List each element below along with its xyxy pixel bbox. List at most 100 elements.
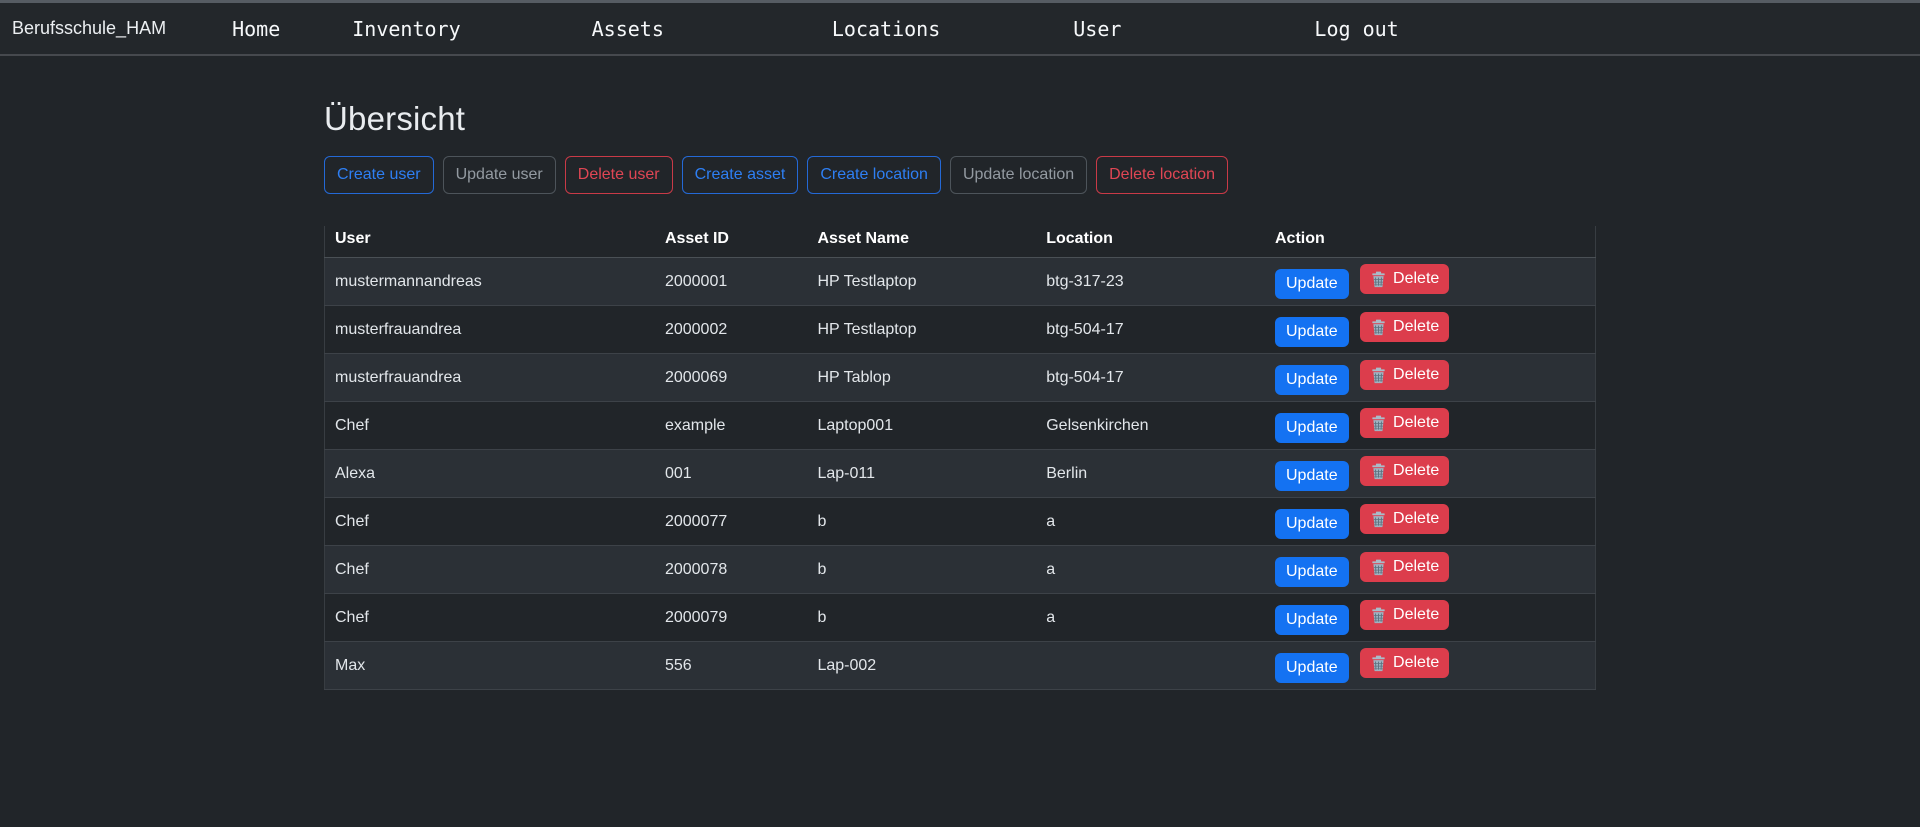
row-delete-label: Delete <box>1393 413 1439 434</box>
cell-user: Chef <box>325 498 655 546</box>
row-update-button[interactable]: Update <box>1275 317 1349 348</box>
row-delete-button[interactable]: Delete <box>1360 600 1449 631</box>
nav-item-locations[interactable]: Locations <box>832 17 940 41</box>
header-asset-id: Asset ID <box>655 226 808 258</box>
cell-location: btg-504-17 <box>1036 306 1265 354</box>
row-delete-button[interactable]: Delete <box>1360 552 1449 583</box>
header-asset-name: Asset Name <box>807 226 1036 258</box>
nav-item-inventory[interactable]: Inventory <box>352 17 460 41</box>
toolbar: Create user Update user Delete user Crea… <box>324 156 1596 194</box>
update-user-button[interactable]: Update user <box>443 156 556 194</box>
wastebasket-icon <box>1370 511 1387 528</box>
cell-asset-name: HP Testlaptop <box>807 306 1036 354</box>
row-delete-button[interactable]: Delete <box>1360 408 1449 439</box>
cell-location <box>1036 642 1265 690</box>
brand-link[interactable]: Berufsschule_HAM <box>12 18 166 39</box>
delete-location-button[interactable]: Delete location <box>1096 156 1228 194</box>
page-title: Übersicht <box>324 100 1596 138</box>
create-user-button[interactable]: Create user <box>324 156 434 194</box>
row-delete-label: Delete <box>1393 317 1439 338</box>
create-location-button[interactable]: Create location <box>807 156 941 194</box>
update-location-button[interactable]: Update location <box>950 156 1087 194</box>
nav-item-user[interactable]: User <box>1073 17 1121 41</box>
cell-action: Update Delete <box>1265 258 1596 306</box>
main-content: Übersicht Create user Update user Delete… <box>324 56 1596 690</box>
cell-asset-name: Lap-011 <box>807 450 1036 498</box>
table-row: mustermannandreas 2000001 HP Testlaptop … <box>325 258 1596 306</box>
cell-action: Update Delete <box>1265 546 1596 594</box>
row-update-button[interactable]: Update <box>1275 653 1349 684</box>
cell-location: a <box>1036 498 1265 546</box>
row-update-button[interactable]: Update <box>1275 509 1349 540</box>
cell-location: Gelsenkirchen <box>1036 402 1265 450</box>
cell-user: Chef <box>325 546 655 594</box>
cell-asset-id: 2000002 <box>655 306 808 354</box>
cell-action: Update Delete <box>1265 450 1596 498</box>
cell-location: btg-504-17 <box>1036 354 1265 402</box>
row-update-button[interactable]: Update <box>1275 365 1349 396</box>
row-update-button[interactable]: Update <box>1275 461 1349 492</box>
table-row: Chef 2000078 b a Update Delete <box>325 546 1596 594</box>
cell-asset-id: 556 <box>655 642 808 690</box>
row-delete-button[interactable]: Delete <box>1360 504 1449 535</box>
cell-user: musterfrauandrea <box>325 354 655 402</box>
cell-asset-id: example <box>655 402 808 450</box>
cell-asset-id: 2000079 <box>655 594 808 642</box>
row-update-button[interactable]: Update <box>1275 557 1349 588</box>
table-row: Chef 2000077 b a Update Delete <box>325 498 1596 546</box>
nav-list: Home Inventory Assets Locations User Log… <box>166 17 1399 41</box>
row-delete-button[interactable]: Delete <box>1360 360 1449 391</box>
nav-item-home[interactable]: Home <box>232 17 280 41</box>
cell-action: Update Delete <box>1265 402 1596 450</box>
cell-user: Alexa <box>325 450 655 498</box>
wastebasket-icon <box>1370 415 1387 432</box>
nav-item-assets[interactable]: Assets <box>592 17 664 41</box>
navbar: Berufsschule_HAM Home Inventory Assets L… <box>0 0 1920 56</box>
create-asset-button[interactable]: Create asset <box>682 156 799 194</box>
wastebasket-icon <box>1370 655 1387 672</box>
wastebasket-icon <box>1370 463 1387 480</box>
table-row: Chef 2000079 b a Update Delete <box>325 594 1596 642</box>
row-delete-button[interactable]: Delete <box>1360 264 1449 295</box>
nav-item-logout[interactable]: Log out <box>1314 17 1398 41</box>
cell-user: musterfrauandrea <box>325 306 655 354</box>
row-delete-label: Delete <box>1393 269 1439 290</box>
cell-action: Update Delete <box>1265 354 1596 402</box>
cell-asset-name: HP Testlaptop <box>807 258 1036 306</box>
table-row: Chef example Laptop001 Gelsenkirchen Upd… <box>325 402 1596 450</box>
cell-asset-id: 2000078 <box>655 546 808 594</box>
cell-action: Update Delete <box>1265 642 1596 690</box>
header-action: Action <box>1265 226 1596 258</box>
wastebasket-icon <box>1370 319 1387 336</box>
cell-location: a <box>1036 546 1265 594</box>
cell-asset-name: b <box>807 546 1036 594</box>
table-row: Max 556 Lap-002 Update Delete <box>325 642 1596 690</box>
row-delete-button[interactable]: Delete <box>1360 456 1449 487</box>
row-delete-label: Delete <box>1393 461 1439 482</box>
row-delete-label: Delete <box>1393 557 1439 578</box>
row-delete-button[interactable]: Delete <box>1360 312 1449 343</box>
wastebasket-icon <box>1370 271 1387 288</box>
row-update-button[interactable]: Update <box>1275 605 1349 636</box>
cell-asset-id: 2000069 <box>655 354 808 402</box>
cell-user: Chef <box>325 402 655 450</box>
cell-location: a <box>1036 594 1265 642</box>
delete-user-button[interactable]: Delete user <box>565 156 673 194</box>
cell-asset-id: 2000077 <box>655 498 808 546</box>
cell-user: Max <box>325 642 655 690</box>
cell-action: Update Delete <box>1265 306 1596 354</box>
row-delete-label: Delete <box>1393 509 1439 530</box>
row-delete-button[interactable]: Delete <box>1360 648 1449 679</box>
table-header: User Asset ID Asset Name Location Action <box>325 226 1596 258</box>
row-update-button[interactable]: Update <box>1275 269 1349 300</box>
row-update-button[interactable]: Update <box>1275 413 1349 444</box>
row-delete-label: Delete <box>1393 653 1439 674</box>
cell-asset-id: 001 <box>655 450 808 498</box>
wastebasket-icon <box>1370 559 1387 576</box>
row-delete-label: Delete <box>1393 605 1439 626</box>
table-row: musterfrauandrea 2000069 HP Tablop btg-5… <box>325 354 1596 402</box>
cell-action: Update Delete <box>1265 594 1596 642</box>
assets-table: User Asset ID Asset Name Location Action… <box>324 226 1596 690</box>
cell-asset-name: Lap-002 <box>807 642 1036 690</box>
cell-user: Chef <box>325 594 655 642</box>
